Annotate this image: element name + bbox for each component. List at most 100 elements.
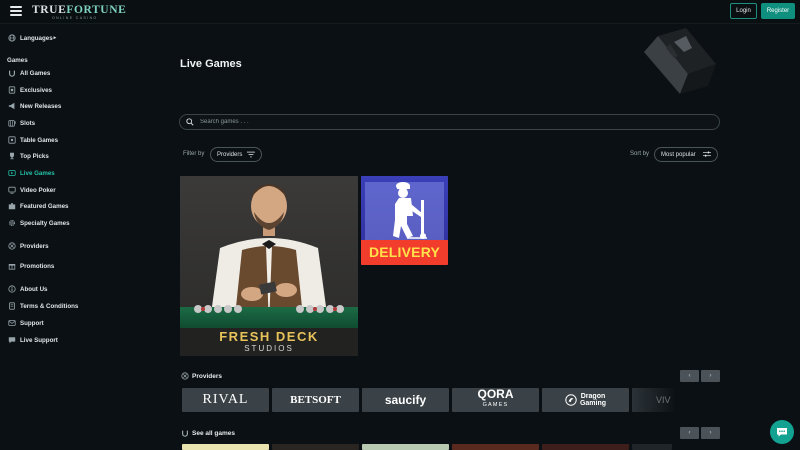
provider-name: Dragon [580,393,606,400]
providers-icon [7,242,16,251]
game-tile-fresh-deck[interactable]: FRESH DECK STUDIOS [180,176,358,356]
sidebar-item-label: Top Picks [20,152,49,160]
document-icon [7,302,16,311]
sidebar-item-label: Slots [20,119,36,127]
sidebar-item-exclusives[interactable]: Exclusives [7,85,52,95]
sidebar-item-label: Video Poker [20,186,56,194]
search-bar [179,114,720,130]
game-title: DELIVERY [368,244,441,260]
sort-dropdown[interactable]: Most popular [654,147,718,162]
provider-saucify[interactable]: saucify [362,388,449,412]
see-all-games-title[interactable]: See all games [181,429,235,437]
game-thumbnail[interactable] [182,444,269,450]
providers-prev-button[interactable]: ‹ [680,370,699,382]
sort-label: Sort by [630,151,650,157]
provider-name: QORA [477,388,514,401]
games-next-button[interactable]: › [701,427,720,439]
sidebar-item-video-poker[interactable]: Video Poker [7,185,56,195]
gift-icon [7,262,16,271]
page-title: Live Games [180,58,242,70]
game-thumbnail[interactable] [272,444,359,450]
providers-next-button[interactable]: › [701,370,720,382]
section-title-label: See all games [192,429,235,437]
info-icon [7,285,16,294]
dragon-logo-icon [565,394,577,406]
sidebar-item-all-games[interactable]: All Games [7,68,50,78]
card-icon [7,86,16,95]
search-icon [186,118,194,126]
chevron-right-icon: ▸ [53,35,57,41]
provider-subname: GAMES [482,402,509,408]
sidebar-item-about-us[interactable]: About Us [7,284,48,294]
provider-partial[interactable]: VIV [632,388,676,412]
provider-betsoft[interactable]: BETSOFT [272,388,359,412]
providers-icon [181,372,189,380]
sidebar-item-live-games[interactable]: Live Games [7,168,55,178]
table-icon [7,136,16,145]
globe-icon [7,34,16,43]
game-thumbnail[interactable] [362,444,449,450]
sidebar-item-label: Exclusives [20,86,52,94]
provider-rival[interactable]: RIVAL [182,388,269,412]
search-input[interactable] [200,119,700,125]
sidebar-item-support[interactable]: Support [7,318,44,328]
hamburger-menu-icon[interactable] [10,6,22,16]
sidebar-item-table-games[interactable]: Table Games [7,135,58,145]
sidebar-item-label: New Releases [20,102,62,110]
game-thumbnail[interactable] [542,444,629,450]
sidebar-item-specialty-games[interactable]: Specialty Games [7,218,70,228]
sidebar-heading-games: Games [7,57,28,64]
sidebar-item-top-picks[interactable]: Top Picks [7,151,49,161]
section-title-label: Providers [192,372,222,380]
filter-value: Providers [217,151,243,158]
gear-icon [7,219,16,228]
game-thumbnail[interactable] [452,444,539,450]
sidebar-item-terms[interactable]: Terms & Conditions [7,301,78,311]
sidebar-item-label: About Us [20,285,48,293]
sidebar-item-slots[interactable]: Slots [7,118,35,128]
sidebar-item-live-support[interactable]: Live Support [7,335,58,345]
login-button[interactable]: Login [730,3,757,19]
logo[interactable]: TRUEFORTUNE ONLINE CASINO [32,4,126,20]
mail-icon [7,319,16,328]
sidebar-item-languages[interactable]: Languages ▸ [7,33,56,43]
filter-label: Filter by [183,151,205,157]
logo-brand-part1: TRUE [32,4,67,16]
register-button[interactable]: Register [761,3,795,19]
sidebar-item-label: Featured Games [20,202,69,210]
top-bar: TRUEFORTUNE ONLINE CASINO Login Register [0,0,800,24]
sidebar-item-label: Providers [20,242,49,250]
game-subtitle: STUDIOS [244,344,294,353]
sidebar-item-label: Table Games [20,136,59,144]
sidebar-item-featured-games[interactable]: Featured Games [7,201,69,211]
horseshoe-icon [7,69,16,78]
slot-icon [7,119,16,128]
megaphone-icon [7,102,16,111]
trophy-icon [7,152,16,161]
sidebar-item-label: Promotions [20,262,55,270]
games-prev-button[interactable]: ‹ [680,427,699,439]
sidebar-item-label: Languages [20,34,53,42]
game-thumbnail[interactable] [632,444,672,450]
live-chat-button[interactable] [770,420,794,444]
providers-section-title: Providers [181,372,222,380]
sidebar-item-promotions[interactable]: Promotions [7,261,54,271]
game-tile-delivery[interactable]: DELIVERY [361,176,448,265]
live-icon [7,169,16,178]
sort-value: Most popular [661,151,696,158]
video-poker-icon [7,186,16,195]
provider-qora[interactable]: QORA GAMES [452,388,539,412]
sidebar-item-label: Specialty Games [20,219,70,227]
sidebar-item-label: Terms & Conditions [20,302,79,310]
sidebar-item-new-releases[interactable]: New Releases [7,101,61,111]
provider-dragon-gaming[interactable]: Dragon Gaming [542,388,629,412]
provider-subname: Gaming [579,400,607,407]
sidebar-item-label: All Games [20,69,51,77]
filter-providers-dropdown[interactable]: Providers [210,147,262,162]
sliders-icon [703,151,711,157]
sidebar-item-providers[interactable]: Providers [7,241,49,251]
logo-brand-part2: FORTUNE [66,4,127,16]
horseshoe-icon [182,430,188,437]
chat-bubble-icon [777,428,787,437]
logo-tagline: ONLINE CASINO [52,16,98,20]
